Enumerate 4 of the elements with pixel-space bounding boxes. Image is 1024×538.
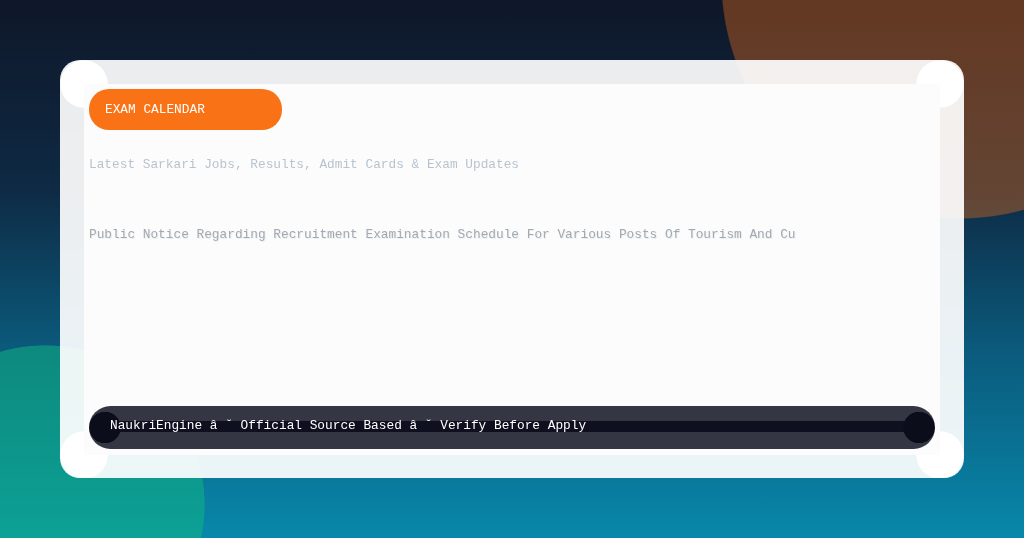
tagline-text: Latest Sarkari Jobs, Results, Admit Cards & Exam Updates xyxy=(89,157,520,173)
category-tag: EXAM CALENDAR xyxy=(89,89,282,130)
footer-text: NaukriEngine â ˘ Official Source Based â ˘ Verify Before Apply xyxy=(110,417,587,434)
headline-text: Public Notice Regarding Recruitment Examination Schedule For Various Posts Of Tourism And Cu xyxy=(89,227,796,243)
